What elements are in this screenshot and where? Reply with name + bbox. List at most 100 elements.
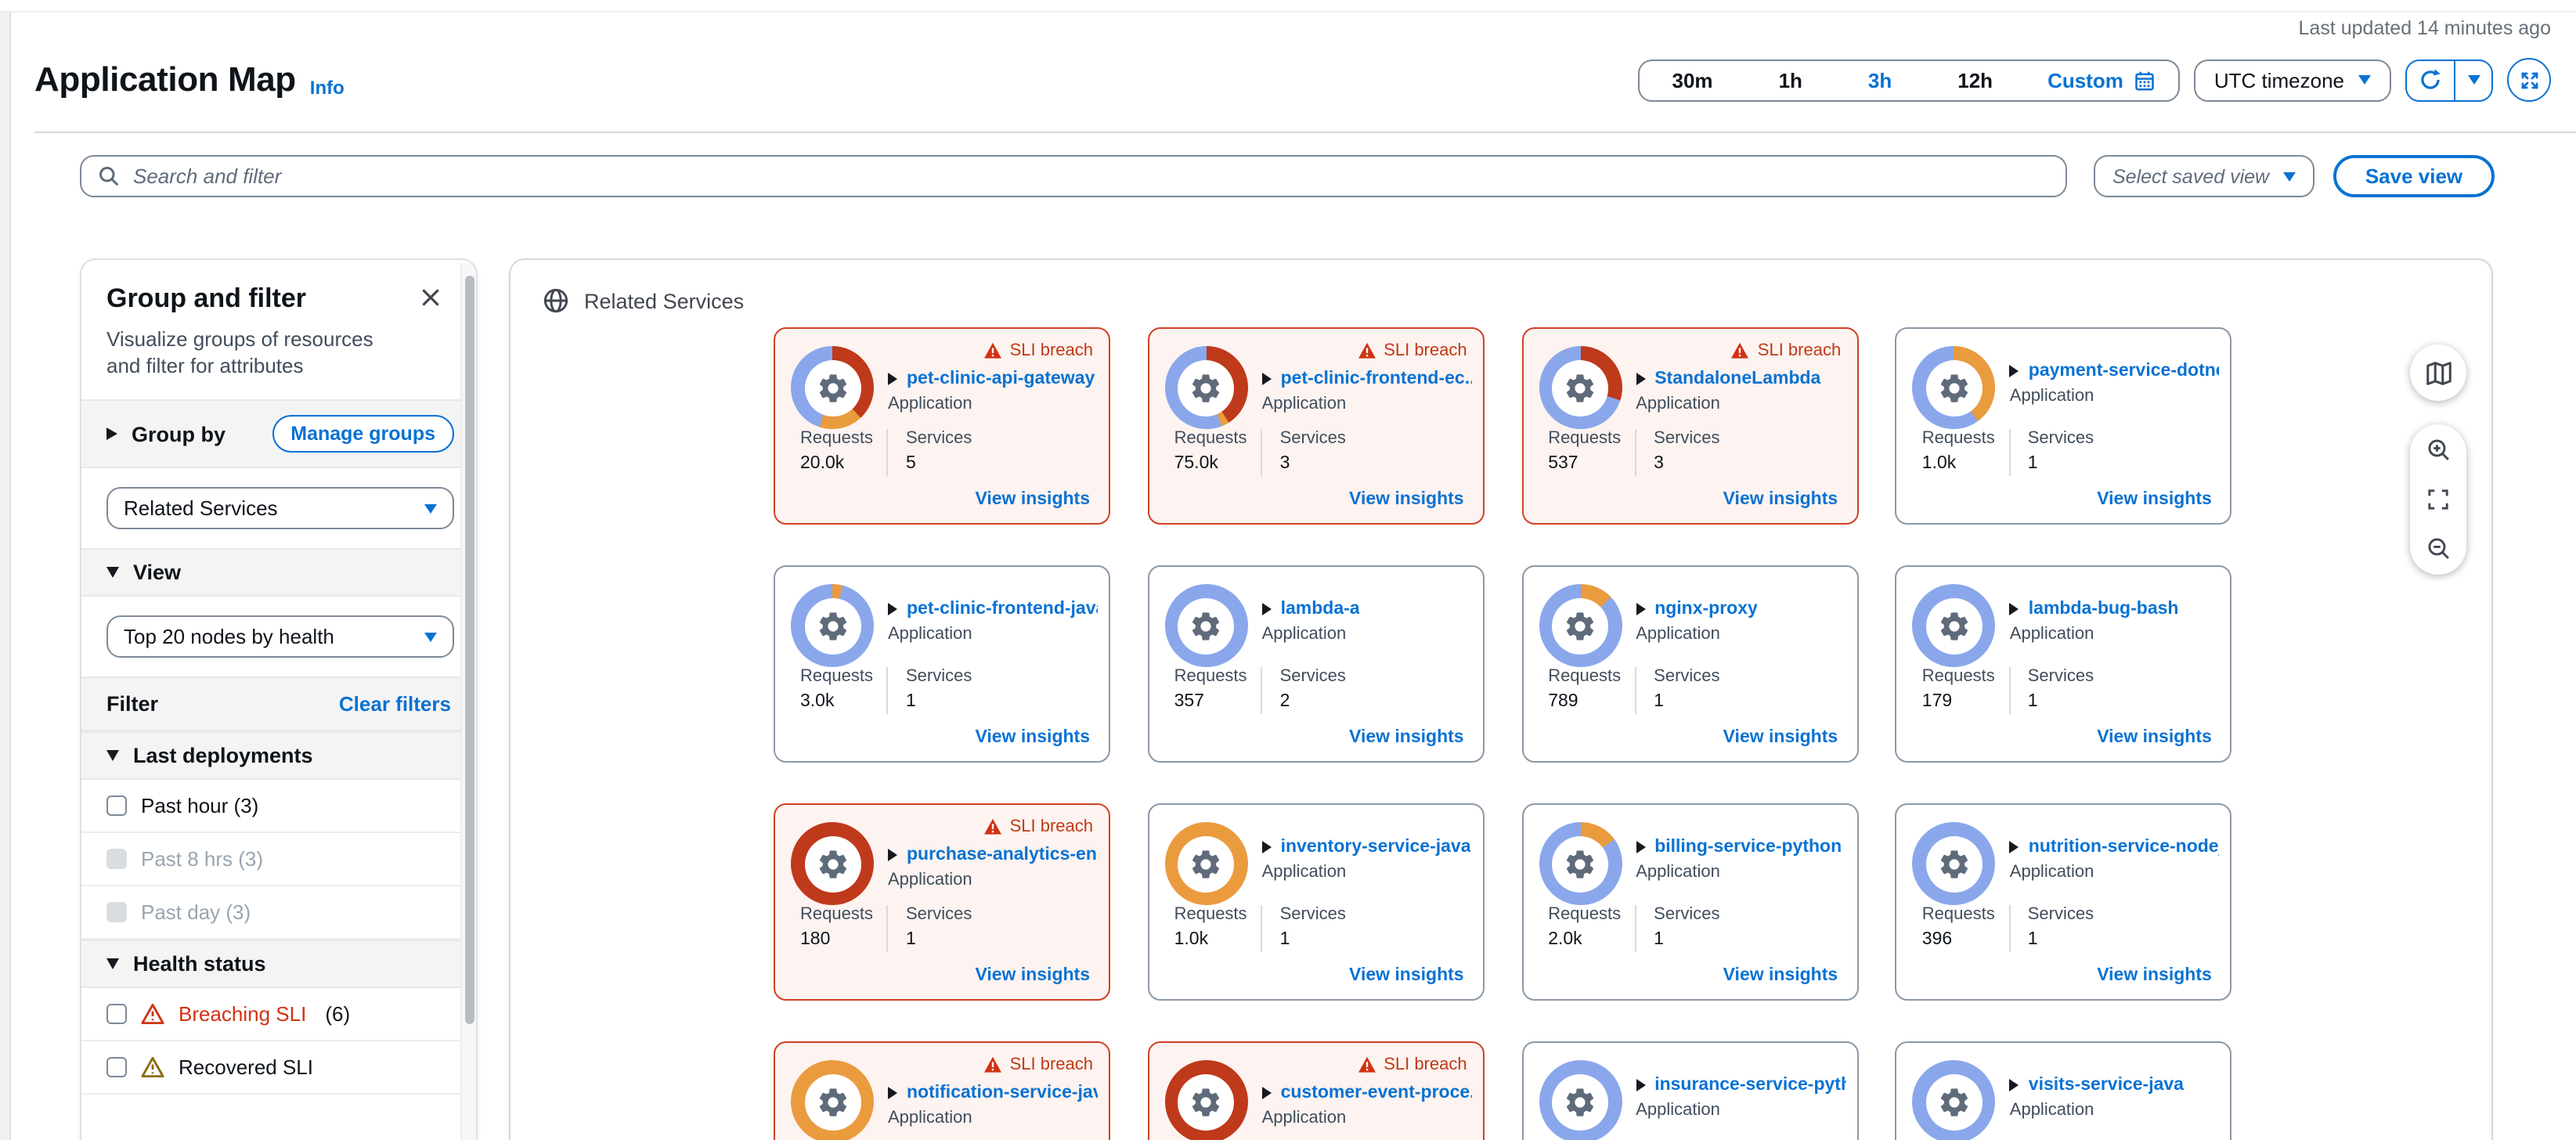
checkbox[interactable] — [106, 796, 127, 817]
view-insights-link[interactable]: View insights — [2097, 728, 2212, 747]
service-name-link[interactable]: StandaloneLambda — [1654, 370, 1820, 388]
service-card[interactable]: SLI breach pet-clinic-api-gateway Applic… — [774, 327, 1110, 525]
expander-down-icon[interactable] — [106, 751, 119, 762]
view-insights-link[interactable]: View insights — [1723, 490, 1838, 509]
requests-label: Requests — [1922, 905, 1995, 924]
service-name-link[interactable]: payment-service-dotnet — [2029, 362, 2220, 381]
service-card[interactable]: nutrition-service-nodejs Application Req… — [1896, 803, 2232, 1001]
view-insights-link[interactable]: View insights — [1349, 728, 1464, 747]
service-card[interactable]: SLI breach customer-event-proce... Appli… — [1148, 1041, 1485, 1140]
service-name-link[interactable]: pet-clinic-frontend-ec... — [1281, 370, 1472, 388]
expander-right-icon[interactable] — [1636, 603, 1645, 615]
refresh-button[interactable] — [2407, 60, 2455, 99]
service-name-link[interactable]: nginx-proxy — [1654, 600, 1758, 619]
service-card[interactable]: SLI breach notification-service-java App… — [774, 1041, 1110, 1140]
service-name-link[interactable]: lambda-a — [1281, 600, 1360, 619]
service-card[interactable]: SLI breach purchase-analytics-en... Appl… — [774, 803, 1110, 1001]
service-name-link[interactable]: visits-service-java — [2029, 1076, 2184, 1095]
view-insights-link[interactable]: View insights — [1723, 966, 1838, 985]
expander-right-icon[interactable] — [1262, 841, 1272, 853]
service-card[interactable]: billing-service-python Application Reque… — [1521, 803, 1858, 1001]
time-range-1h[interactable]: 1h — [1746, 60, 1835, 99]
service-name-link[interactable]: pet-clinic-frontend-java — [907, 600, 1098, 619]
expander-right-icon[interactable] — [2010, 1079, 2019, 1091]
service-name-link[interactable]: notification-service-java — [907, 1084, 1098, 1102]
service-name-link[interactable]: purchase-analytics-en... — [907, 846, 1098, 864]
service-card[interactable]: nginx-proxy Application Requests 789 Ser… — [1521, 565, 1858, 763]
expander-down-icon[interactable] — [106, 568, 119, 579]
expander-right-icon[interactable] — [1636, 841, 1645, 853]
service-name-link[interactable]: inventory-service-java — [1281, 838, 1471, 857]
time-range-30m[interactable]: 30m — [1640, 60, 1746, 99]
service-card[interactable]: lambda-bug-bash Application Requests 179… — [1896, 565, 2232, 763]
close-icon[interactable] — [420, 287, 442, 308]
service-card[interactable]: inventory-service-java Application Reque… — [1148, 803, 1485, 1001]
view-insights-link[interactable]: View insights — [1723, 728, 1838, 747]
expander-right-icon[interactable] — [1262, 603, 1272, 615]
service-name-link[interactable]: pet-clinic-api-gateway — [907, 370, 1095, 388]
service-stats: Requests 2.0k Services 1 — [1548, 905, 1719, 952]
view-insights-link[interactable]: View insights — [975, 966, 1090, 985]
expander-right-icon[interactable] — [106, 428, 117, 441]
services-label: Services — [1280, 429, 1346, 448]
view-insights-link[interactable]: View insights — [975, 728, 1090, 747]
zoom-out-button[interactable] — [2425, 536, 2452, 562]
sidebar-scrollbar-thumb[interactable] — [465, 276, 474, 1024]
refresh-options-button[interactable] — [2455, 60, 2491, 99]
expander-down-icon[interactable] — [106, 959, 119, 970]
collapsed-side-nav-rail[interactable] — [0, 13, 11, 1140]
service-card[interactable]: visits-service-java Application Requests… — [1896, 1041, 2232, 1140]
saved-view-select[interactable]: Select saved view — [2094, 155, 2314, 197]
expander-right-icon[interactable] — [1636, 1079, 1645, 1091]
service-name-link[interactable]: customer-event-proce... — [1281, 1084, 1472, 1102]
expander-right-icon[interactable] — [888, 1087, 897, 1099]
requests-value: 1.0k — [1922, 454, 1995, 473]
time-range-3h[interactable]: 3h — [1835, 60, 1925, 99]
manage-groups-button[interactable]: Manage groups — [272, 416, 454, 453]
minimap-toggle-button[interactable] — [2410, 345, 2466, 401]
clear-filters-link[interactable]: Clear filters — [339, 693, 451, 716]
expander-right-icon[interactable] — [888, 603, 897, 615]
service-card[interactable]: lambda-a Application Requests 357 Servic… — [1148, 565, 1485, 763]
checkbox[interactable] — [106, 1058, 127, 1078]
service-card[interactable]: SLI breach pet-clinic-frontend-ec... App… — [1148, 327, 1485, 525]
timezone-select[interactable]: UTC timezone — [2194, 59, 2391, 101]
application-map-canvas[interactable]: Related Services SLI breach pet-clinic-a… — [509, 258, 2493, 1140]
expander-right-icon[interactable] — [2010, 603, 2019, 615]
save-view-button[interactable]: Save view — [2333, 155, 2495, 197]
time-range-12h[interactable]: 12h — [1925, 60, 2026, 99]
expander-right-icon[interactable] — [2010, 841, 2019, 853]
info-link[interactable]: Info — [310, 77, 345, 99]
fit-to-screen-button[interactable] — [2426, 487, 2451, 512]
view-insights-link[interactable]: View insights — [975, 490, 1090, 509]
service-stats: Requests 396 Services 1 — [1922, 905, 2094, 952]
expander-right-icon[interactable] — [888, 373, 897, 385]
expander-right-icon[interactable] — [1636, 373, 1645, 385]
view-insights-link[interactable]: View insights — [1349, 966, 1464, 985]
sidebar-scrollbar-track[interactable] — [460, 263, 476, 1140]
expander-right-icon[interactable] — [888, 849, 897, 861]
fullscreen-button[interactable] — [2507, 58, 2551, 102]
zoom-in-button[interactable] — [2425, 437, 2452, 464]
search-input[interactable]: Search and filter — [80, 155, 2067, 197]
expander-right-icon[interactable] — [2010, 365, 2019, 377]
service-card[interactable]: payment-service-dotnet Application Reque… — [1896, 327, 2232, 525]
view-select[interactable]: Top 20 nodes by health — [106, 616, 454, 658]
service-name-link[interactable]: nutrition-service-nodejs — [2029, 838, 2220, 857]
view-insights-link[interactable]: View insights — [1349, 490, 1464, 509]
expander-right-icon[interactable] — [1262, 373, 1272, 385]
group-by-select[interactable]: Related Services — [106, 488, 454, 530]
service-card[interactable]: pet-clinic-frontend-java Application Req… — [774, 565, 1110, 763]
sli-breach-label: SLI breach — [1758, 341, 1841, 360]
checkbox[interactable] — [106, 1005, 127, 1025]
service-name-link[interactable]: insurance-service-pyth... — [1654, 1076, 1845, 1095]
service-card[interactable]: SLI breach StandaloneLambda Application … — [1521, 327, 1858, 525]
service-name-link[interactable]: billing-service-python — [1654, 838, 1842, 857]
view-insights-link[interactable]: View insights — [2097, 966, 2212, 985]
expander-right-icon[interactable] — [1262, 1087, 1272, 1099]
service-name-link[interactable]: lambda-bug-bash — [2029, 600, 2179, 619]
time-range-custom[interactable]: Custom — [2026, 60, 2178, 99]
service-card[interactable]: insurance-service-pyth... Application Re… — [1521, 1041, 1858, 1140]
view-insights-link[interactable]: View insights — [2097, 490, 2212, 509]
filter-option-past-8hrs: Past 8 hrs (3) — [81, 834, 476, 887]
